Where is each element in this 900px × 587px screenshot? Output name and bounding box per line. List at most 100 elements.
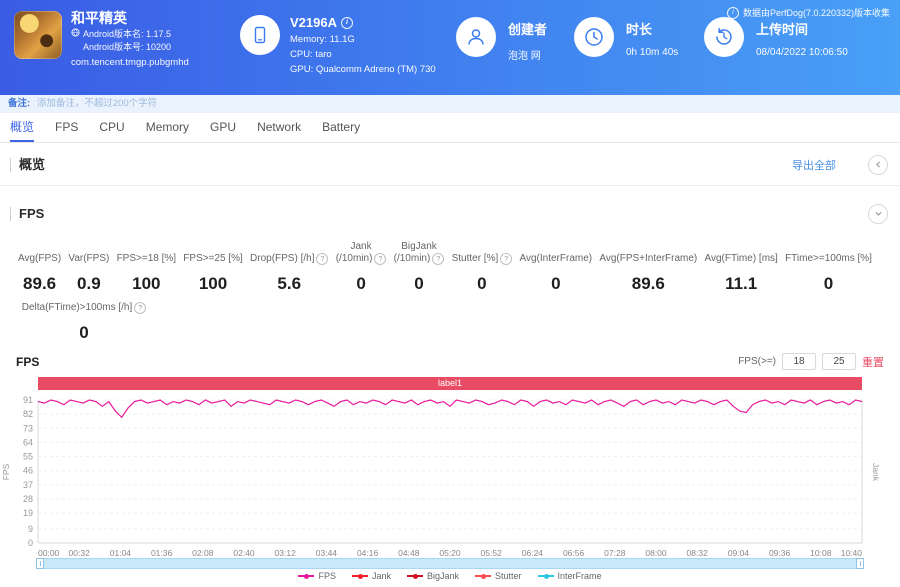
svg-text:19: 19	[23, 508, 33, 518]
svg-text:9: 9	[28, 524, 33, 534]
zoom-right-handle[interactable]	[856, 558, 864, 569]
fps-chart-header: FPS FPS(>=) 重置	[16, 353, 884, 373]
legend-item-BigJank[interactable]: BigJank	[406, 571, 459, 581]
overview-collapse-button[interactable]	[868, 155, 888, 175]
scene-label-banner[interactable]: label1	[38, 377, 862, 390]
fps-line-chart[interactable]: 91 82 73 64 55 46 37 28 19 9 0 00:00 00:32 01:04 01:36…	[0, 390, 900, 556]
overview-section-header: 概览 导出全部	[0, 150, 900, 180]
legend-label: Jank	[371, 571, 391, 581]
metric-1: Var(FPS) 0.9	[68, 253, 110, 293]
help-icon[interactable]: ?	[432, 253, 445, 265]
tab-GPU[interactable]: GPU	[210, 113, 236, 142]
zoom-left-handle[interactable]	[36, 558, 44, 569]
fps-metrics-row: Avg(FPS) 89.6 Var(FPS) 0.9 FPS>=18 [%] 100 FPS…	[18, 241, 872, 294]
legend-marker-icon	[406, 573, 423, 579]
metric-2: FPS>=18 [%] 100	[116, 253, 177, 293]
tab-Network[interactable]: Network	[257, 113, 301, 142]
svg-text:37: 37	[23, 480, 33, 490]
metric-5: Jank (/10min)? 0	[336, 241, 387, 294]
perfdog-report-page: i 数据由PerfDog(7.0.220332)版本收集 和平精英 Androi…	[0, 0, 900, 587]
legend-label: Stutter	[495, 571, 522, 581]
svg-text:03:12: 03:12	[275, 548, 297, 556]
creator-value: 泡泡 网	[508, 51, 541, 62]
note-bar[interactable]: 备注: 添加备注，不超过200个字符	[0, 95, 900, 113]
legend-marker-icon	[537, 573, 554, 579]
help-icon[interactable]: ?	[374, 253, 387, 265]
metric-4: Drop(FPS) [/h]? 5.6	[250, 246, 329, 294]
fps-threshold-low-input[interactable]	[782, 353, 816, 370]
clock-icon	[574, 17, 614, 57]
legend-item-FPS[interactable]: FPS	[298, 571, 336, 581]
note-placeholder: 添加备注，不超过200个字符	[36, 98, 158, 109]
device-model: V2196A	[290, 15, 337, 30]
svg-text:09:36: 09:36	[769, 548, 791, 556]
svg-text:06:24: 06:24	[522, 548, 544, 556]
svg-text:91: 91	[23, 395, 33, 405]
legend-item-Jank[interactable]: Jank	[351, 571, 391, 581]
tab-FPS[interactable]: FPS	[55, 113, 78, 142]
svg-text:Jank: Jank	[871, 463, 881, 482]
upload-time-label: 上传时间	[756, 22, 809, 37]
metric-11: FTime>=100ms [%] 0	[785, 253, 872, 293]
reset-link[interactable]: 重置	[862, 354, 884, 370]
svg-text:10:40: 10:40	[841, 548, 863, 556]
tab-Battery[interactable]: Battery	[322, 113, 360, 142]
device-info-icon[interactable]: i	[340, 16, 353, 29]
svg-text:64: 64	[23, 437, 33, 447]
help-icon[interactable]: ?	[134, 302, 147, 314]
svg-text:55: 55	[23, 452, 33, 462]
metric-6: BigJank (/10min)? 0	[394, 241, 445, 294]
app-version-code: Android版本号: 10200	[83, 42, 172, 52]
header: i 数据由PerfDog(7.0.220332)版本收集 和平精英 Androi…	[0, 0, 900, 95]
svg-text:06:56: 06:56	[563, 548, 585, 556]
user-icon	[456, 17, 496, 57]
help-icon[interactable]: ?	[500, 253, 513, 265]
delta-ftime-value: 0	[79, 323, 89, 342]
svg-text:73: 73	[23, 423, 33, 433]
export-all-link[interactable]: 导出全部	[792, 157, 836, 173]
metric-3: FPS>=25 [%] 100	[183, 253, 243, 293]
svg-text:46: 46	[23, 466, 33, 476]
svg-text:00:00: 00:00	[38, 548, 60, 556]
svg-text:04:48: 04:48	[398, 548, 420, 556]
legend-label: InterFrame	[557, 571, 602, 581]
app-title: 和平精英	[71, 10, 127, 26]
legend-item-InterFrame[interactable]: InterFrame	[537, 571, 602, 581]
metric-8: Avg(InterFrame) 0	[519, 253, 593, 293]
tab-概览[interactable]: 概览	[10, 113, 35, 142]
upload-time-block: 上传时间 08/04/2022 10:06:50	[704, 17, 848, 58]
legend-item-Stutter[interactable]: Stutter	[475, 571, 522, 581]
phone-icon	[240, 15, 280, 55]
section-divider	[0, 185, 900, 186]
svg-text:08:00: 08:00	[645, 548, 667, 556]
chart-zoom-scrollbar[interactable]	[36, 558, 864, 569]
metric-10: Avg(FTime) [ms] 11.1	[704, 253, 778, 293]
svg-text:02:08: 02:08	[192, 548, 214, 556]
svg-text:01:04: 01:04	[110, 548, 132, 556]
fps-threshold-high-input[interactable]	[822, 353, 856, 370]
tab-Memory[interactable]: Memory	[146, 113, 189, 142]
svg-text:00:32: 00:32	[69, 548, 91, 556]
svg-text:01:36: 01:36	[151, 548, 173, 556]
svg-text:05:20: 05:20	[439, 548, 461, 556]
upload-time-value: 08/04/2022 10:06:50	[756, 47, 848, 58]
legend-marker-icon	[475, 573, 492, 579]
tab-CPU[interactable]: CPU	[99, 113, 124, 142]
app-version-name: Android版本名: 1.17.5	[83, 29, 172, 39]
app-info-block: 和平精英 Android版本名: 1.17.5 Android版本号: 1020…	[14, 11, 229, 69]
legend-label: FPS	[318, 571, 336, 581]
help-icon[interactable]: ?	[316, 253, 329, 265]
app-logo-icon	[14, 11, 62, 59]
tab-bar: 概览 FPS CPU Memory GPU Network Battery	[0, 113, 900, 143]
fps-collapse-button[interactable]	[868, 204, 888, 224]
fps-section-header: FPS	[0, 199, 900, 229]
overview-title: 概览	[10, 158, 45, 172]
svg-text:28: 28	[23, 494, 33, 504]
creator-label: 创建者	[508, 22, 548, 37]
svg-text:07:28: 07:28	[604, 548, 626, 556]
device-info-block: V2196A i Memory: 11.1G CPU: taro GPU: Qu…	[240, 15, 436, 75]
duration-value: 0h 10m 40s	[626, 47, 679, 58]
android-icon	[71, 28, 80, 40]
fps-chart-title: FPS	[16, 355, 40, 369]
svg-text:08:32: 08:32	[687, 548, 709, 556]
